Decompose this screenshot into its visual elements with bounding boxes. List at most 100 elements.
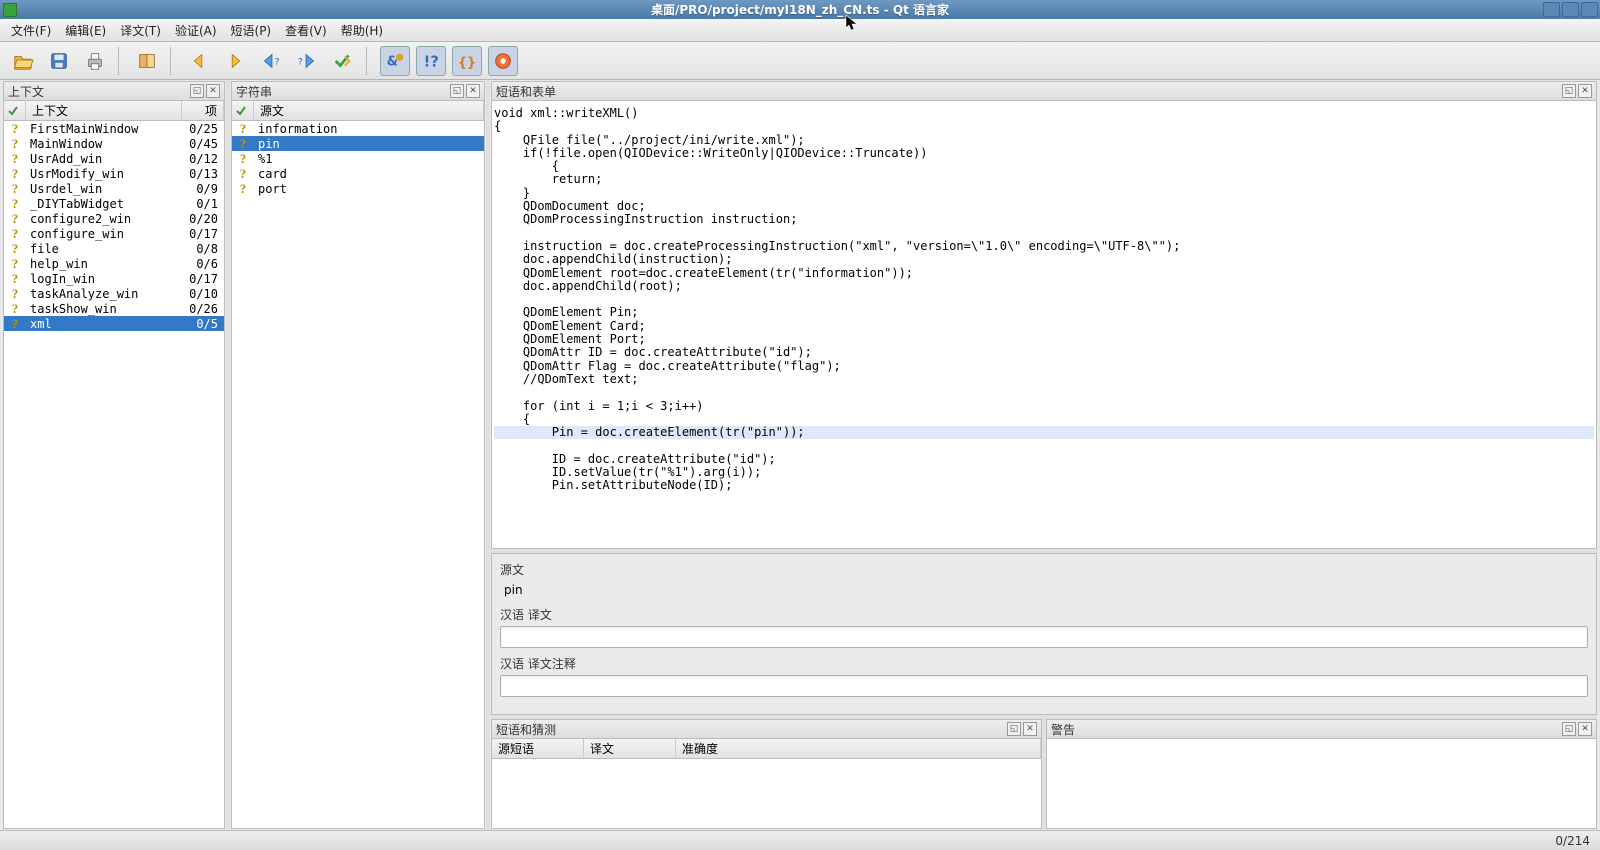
context-row[interactable]: ? taskShow_win 0/26 <box>4 301 224 316</box>
context-panel-header: 上下文 ◱ ✕ <box>3 81 225 101</box>
context-row[interactable]: ? logIn_win 0/17 <box>4 271 224 286</box>
validation-phrases-button[interactable]: {} <box>452 46 482 76</box>
maximize-button[interactable] <box>1562 2 1579 17</box>
strings-panel-title: 字符串 <box>236 83 448 100</box>
context-name: taskShow_win <box>26 302 186 316</box>
open-button[interactable] <box>8 46 38 76</box>
done-next-button[interactable] <box>328 46 358 76</box>
context-row[interactable]: ? taskAnalyze_win 0/10 <box>4 286 224 301</box>
window-title: 桌面/PRO/project/myI18N_zh_CN.ts - Qt 语言家 <box>0 1 1600 18</box>
strings-list[interactable]: ? information? pin? %1? card? port <box>232 121 484 828</box>
context-name: configure2_win <box>26 212 186 226</box>
warnings-panel-header: 警告 ◱ ✕ <box>1046 719 1597 739</box>
string-row[interactable]: ? pin <box>232 136 484 151</box>
menu-phrase[interactable]: 短语(P) <box>224 19 279 42</box>
status-unfinished-icon: ? <box>12 181 19 197</box>
translation-input[interactable] <box>500 626 1588 648</box>
print-button[interactable] <box>80 46 110 76</box>
status-unfinished-icon: ? <box>12 166 19 182</box>
string-row[interactable]: ? %1 <box>232 151 484 166</box>
strings-header-source[interactable]: 源文 <box>254 101 484 120</box>
context-count: 0/6 <box>186 257 224 271</box>
menu-view[interactable]: 查看(V) <box>278 19 334 42</box>
context-row[interactable]: ? help_win 0/6 <box>4 256 224 271</box>
phrases-panel-close-button[interactable]: ✕ <box>1023 722 1037 736</box>
context-row[interactable]: ? UsrModify_win 0/13 <box>4 166 224 181</box>
context-row[interactable]: ? configure2_win 0/20 <box>4 211 224 226</box>
status-unfinished-icon: ? <box>240 181 247 197</box>
source-code-view[interactable]: void xml::writeXML() { QFile file("../pr… <box>492 101 1596 548</box>
context-row[interactable]: ? FirstMainWindow 0/25 <box>4 121 224 136</box>
validation-punctuation-button[interactable]: !? <box>416 46 446 76</box>
context-row[interactable]: ? MainWindow 0/45 <box>4 136 224 151</box>
phrasebook-button[interactable] <box>132 46 162 76</box>
context-row[interactable]: ? _DIYTabWidget 0/1 <box>4 196 224 211</box>
context-row[interactable]: ? file 0/8 <box>4 241 224 256</box>
status-unfinished-icon: ? <box>12 316 19 332</box>
svg-text:!?: !? <box>424 53 439 70</box>
context-row[interactable]: ? xml 0/5 <box>4 316 224 331</box>
phrases-header-source[interactable]: 源短语 <box>492 739 584 758</box>
validation-placemarker-button[interactable] <box>488 46 518 76</box>
context-name: Usrdel_win <box>26 182 186 196</box>
sourceform-panel-close-button[interactable]: ✕ <box>1578 84 1592 98</box>
warnings-panel-float-button[interactable]: ◱ <box>1562 722 1576 736</box>
string-text: pin <box>254 137 484 151</box>
context-header-items[interactable]: 项 <box>182 101 224 120</box>
close-button[interactable] <box>1581 2 1598 17</box>
menu-translate[interactable]: 译文(T) <box>113 19 168 42</box>
context-count: 0/5 <box>186 317 224 331</box>
next-button[interactable] <box>220 46 250 76</box>
sourceform-panel-float-button[interactable]: ◱ <box>1562 84 1576 98</box>
svg-text:{}: {} <box>458 55 476 70</box>
menu-file[interactable]: 文件(F) <box>4 19 58 42</box>
validation-accelerators-button[interactable]: & <box>380 46 410 76</box>
context-row[interactable]: ? Usrdel_win 0/9 <box>4 181 224 196</box>
prev-unfinished-button[interactable]: ? <box>256 46 286 76</box>
status-unfinished-icon: ? <box>12 121 19 137</box>
menu-validate[interactable]: 验证(A) <box>168 19 224 42</box>
strings-panel-float-button[interactable]: ◱ <box>450 84 464 98</box>
next-unfinished-button[interactable]: ? <box>292 46 322 76</box>
phrases-panel-float-button[interactable]: ◱ <box>1007 722 1021 736</box>
string-text: port <box>254 182 484 196</box>
context-panel-title: 上下文 <box>8 83 188 100</box>
context-panel-float-button[interactable]: ◱ <box>190 84 204 98</box>
string-row[interactable]: ? port <box>232 181 484 196</box>
string-text: card <box>254 167 484 181</box>
menu-edit[interactable]: 编辑(E) <box>58 19 113 42</box>
warnings-panel-close-button[interactable]: ✕ <box>1578 722 1592 736</box>
string-row[interactable]: ? card <box>232 166 484 181</box>
warnings-panel-title: 警告 <box>1051 721 1560 738</box>
status-unfinished-icon: ? <box>12 136 19 152</box>
prev-button[interactable] <box>184 46 214 76</box>
context-name: help_win <box>26 257 186 271</box>
context-list[interactable]: ? FirstMainWindow 0/25? MainWindow 0/45?… <box>4 121 224 828</box>
translation-form: 源文 pin 汉语 译文 汉语 译文注释 <box>491 553 1597 715</box>
context-row[interactable]: ? configure_win 0/17 <box>4 226 224 241</box>
context-header-name[interactable]: 上下文 <box>26 101 182 120</box>
phrases-header-definition[interactable]: 准确度 <box>676 739 1041 758</box>
menu-help[interactable]: 帮助(H) <box>334 19 390 42</box>
context-header-status[interactable] <box>4 101 26 120</box>
context-name: logIn_win <box>26 272 186 286</box>
main-area: 上下文 ◱ ✕ 上下文 项 ? FirstMainWindow 0/25? Ma… <box>0 80 1600 830</box>
phrases-header-translation[interactable]: 译文 <box>584 739 676 758</box>
string-text: information <box>254 122 484 136</box>
phrases-panel-title: 短语和猜测 <box>496 721 1005 738</box>
status-unfinished-icon: ? <box>240 136 247 152</box>
context-count: 0/17 <box>186 227 224 241</box>
string-row[interactable]: ? information <box>232 121 484 136</box>
context-row[interactable]: ? UsrAdd_win 0/12 <box>4 151 224 166</box>
strings-panel-close-button[interactable]: ✕ <box>466 84 480 98</box>
save-button[interactable] <box>44 46 74 76</box>
warnings-panel[interactable] <box>1046 739 1597 829</box>
context-count: 0/12 <box>186 152 224 166</box>
translator-comment-input[interactable] <box>500 675 1588 697</box>
phrases-panel[interactable]: 源短语 译文 准确度 <box>491 739 1042 829</box>
string-text: %1 <box>254 152 484 166</box>
minimize-button[interactable] <box>1543 2 1560 17</box>
strings-header-status[interactable] <box>232 101 254 120</box>
context-panel-close-button[interactable]: ✕ <box>206 84 220 98</box>
context-count: 0/25 <box>186 122 224 136</box>
